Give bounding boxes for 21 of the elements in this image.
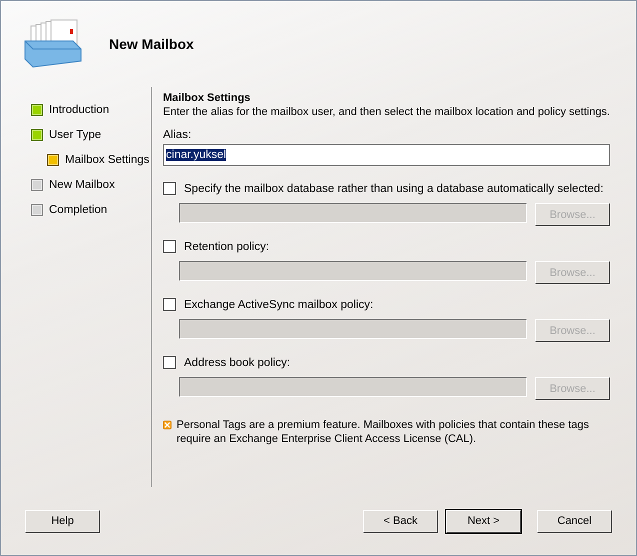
alias-label: Alias: (163, 129, 192, 141)
wizard-title: New Mailbox (109, 36, 194, 52)
section-description: Enter the alias for the mailbox user, and then select the mailbox location and policy settings. (163, 106, 610, 118)
notice-text: Personal Tags are a premium feature. Mailboxes with policies that contain these tags require an Exchange Enterprise Client Access License (CAL). (176, 418, 590, 446)
back-button[interactable]: < Back (363, 510, 438, 532)
option-label: Specify the mailbox database rather than using a database automatically selected: (184, 182, 604, 194)
wizard-step: Mailbox Settings (65, 154, 150, 166)
next-button[interactable]: Next > (446, 510, 521, 532)
section-heading: Mailbox Settings (163, 92, 252, 104)
mailbox-tray-icon (23, 19, 83, 69)
help-button[interactable]: Help (25, 510, 100, 532)
wizard-step: User Type (49, 128, 102, 140)
option-label: Retention policy: (184, 240, 270, 252)
option-label: Address book policy: (184, 356, 290, 368)
cancel-button[interactable]: Cancel (537, 510, 612, 532)
wizard-step: Introduction (49, 104, 110, 116)
warning-icon (163, 418, 172, 432)
option-label: Exchange ActiveSync mailbox policy: (184, 298, 374, 310)
wizard-step: Completion (49, 204, 108, 216)
alias-input-field[interactable]: cinar.yuksel (163, 144, 610, 166)
wizard-step: New Mailbox (49, 178, 115, 190)
